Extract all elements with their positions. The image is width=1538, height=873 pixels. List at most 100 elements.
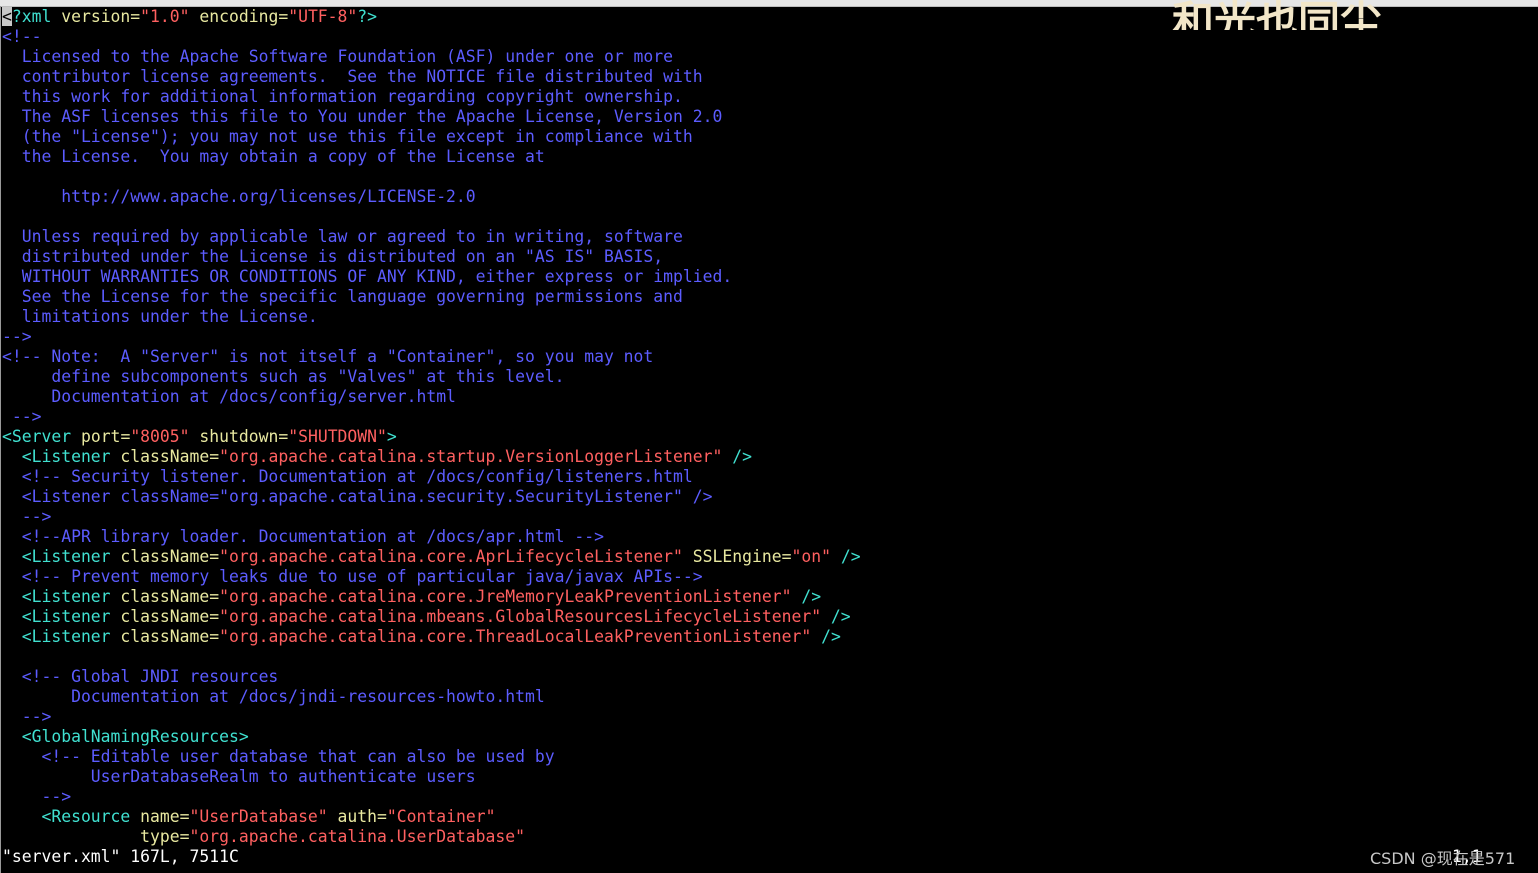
code-line: -->: [2, 787, 861, 807]
code-line: -->: [2, 507, 861, 527]
code-token: =: [278, 7, 289, 26]
code-token: className: [120, 607, 210, 626]
code-token: -->: [2, 787, 72, 806]
code-token: =: [130, 7, 141, 26]
code-token: -->: [2, 507, 52, 526]
code-token: Documentation at /docs/jndi-resources-ho…: [2, 687, 545, 706]
code-line: <Server port="8005" shutdown="SHUTDOWN">: [2, 427, 861, 447]
code-line: -->: [2, 707, 861, 727]
code-token: />: [791, 587, 822, 606]
code-token: <!-- Prevent memory leaks due to use of …: [2, 567, 703, 586]
vim-editor-buffer[interactable]: <?xml version="1.0" encoding="UTF-8"?> <!…: [2, 7, 861, 847]
code-token: encoding: [189, 7, 279, 26]
code-line: <!-- Note: A "Server" is not itself a "C…: [2, 347, 861, 367]
code-line: <Listener className="org.apache.catalina…: [2, 447, 861, 467]
code-token: <!-- Editable user database that can als…: [2, 747, 555, 766]
code-token: -->: [2, 407, 42, 426]
overlay-title-text: 和光也同尘: [1172, 0, 1383, 30]
csdn-watermark: CSDN @现在是571: [1370, 849, 1516, 868]
code-token: Documentation at /docs/config/server.htm…: [2, 387, 456, 406]
code-line: Unless required by applicable law or agr…: [2, 227, 861, 247]
code-line: http://www.apache.org/licenses/LICENSE-2…: [2, 187, 861, 207]
code-token: "org.apache.catalina.core.ThreadLocalLea…: [219, 627, 812, 646]
code-line: the License. You may obtain a copy of th…: [2, 147, 861, 167]
code-token: WITHOUT WARRANTIES OR CONDITIONS OF ANY …: [2, 267, 733, 286]
code-line: The ASF licenses this file to You under …: [2, 107, 861, 127]
code-token: Unless required by applicable law or agr…: [2, 227, 683, 246]
code-token: "UTF-8": [288, 7, 358, 26]
code-token: "1.0": [140, 7, 190, 26]
code-line: <!-- Editable user database that can als…: [2, 747, 861, 767]
code-token: <Listener: [2, 587, 121, 606]
code-token: <Listener: [2, 547, 121, 566]
code-token: <Listener: [2, 627, 121, 646]
code-line: -->: [2, 407, 861, 427]
code-token: <Resource: [2, 807, 141, 826]
code-token: />: [821, 607, 851, 626]
code-token: (the "License"); you may not use this fi…: [2, 127, 693, 146]
code-line: <Listener className="org.apache.catalina…: [2, 627, 861, 647]
code-token: this work for additional information reg…: [2, 87, 683, 106]
code-token: port: [80, 427, 121, 446]
code-token: -->: [2, 707, 52, 726]
code-token: Licensed to the Apache Software Foundati…: [2, 47, 674, 66]
code-token: "org.apache.catalina.core.JreMemoryLeakP…: [219, 587, 792, 606]
code-token: className: [120, 587, 210, 606]
code-line: limitations under the License.: [2, 307, 861, 327]
code-token: <Listener className="org.apache.catalina…: [2, 487, 713, 506]
code-line: <!-- Security listener. Documentation at…: [2, 467, 861, 487]
code-token: <!-- Global JNDI resources: [2, 667, 279, 686]
code-line: <!-- Prevent memory leaks due to use of …: [2, 567, 861, 587]
code-token: <!--: [2, 27, 42, 46]
code-line: <Listener className="org.apache.catalina…: [2, 587, 861, 607]
code-line: distributed under the License is distrib…: [2, 247, 861, 267]
code-line: contributor license agreements. See the …: [2, 67, 861, 87]
code-token: ?xml: [11, 7, 62, 26]
code-token: <!--APR library loader. Documentation at…: [2, 527, 604, 546]
code-token: "SHUTDOWN": [288, 427, 387, 446]
code-line: -->: [2, 327, 861, 347]
code-token: =: [209, 627, 220, 646]
code-token: =: [209, 447, 220, 466]
code-token: name: [140, 807, 180, 826]
code-token: <GlobalNamingResources>: [2, 727, 249, 746]
code-token: className: [120, 627, 210, 646]
code-line: this work for additional information reg…: [2, 87, 861, 107]
code-token: type: [2, 827, 180, 846]
code-token: className: [120, 547, 210, 566]
code-token: />: [811, 627, 841, 646]
code-token: "org.apache.catalina.core.AprLifecycleLi…: [219, 547, 683, 566]
code-token: <!-- Security listener. Documentation at…: [2, 467, 693, 486]
code-token: <Listener: [2, 447, 121, 466]
code-token: http://www.apache.org/licenses/LICENSE-2…: [2, 187, 476, 206]
code-token: version: [61, 7, 131, 26]
code-token: =: [120, 427, 131, 446]
code-token: =: [209, 547, 220, 566]
code-token: =: [781, 547, 792, 566]
code-token: className: [120, 447, 210, 466]
code-token: the License. You may obtain a copy of th…: [2, 147, 545, 166]
code-token: =: [278, 427, 289, 446]
code-line: See the License for the specific languag…: [2, 287, 861, 307]
code-line: Licensed to the Apache Software Foundati…: [2, 47, 861, 67]
code-line: <Listener className="org.apache.catalina…: [2, 487, 861, 507]
code-token: =: [377, 807, 387, 826]
code-line: define subcomponents such as "Valves" at…: [2, 367, 861, 387]
code-token: -->: [2, 327, 32, 346]
code-token: />: [722, 447, 752, 466]
code-line: <?xml version="1.0" encoding="UTF-8"?>: [2, 7, 861, 27]
code-token: =: [209, 587, 220, 606]
code-line: <GlobalNamingResources>: [2, 727, 861, 747]
code-line: <!--: [2, 27, 861, 47]
code-line: UserDatabaseRealm to authenticate users: [2, 767, 861, 787]
code-token: auth: [327, 807, 378, 826]
left-border: [0, 6, 1, 873]
code-line: Documentation at /docs/config/server.htm…: [2, 387, 861, 407]
code-line: <Listener className="org.apache.catalina…: [2, 607, 861, 627]
code-token: =: [179, 807, 190, 826]
code-line: <Resource name="UserDatabase" auth="Cont…: [2, 807, 861, 827]
code-token: UserDatabaseRealm to authenticate users: [2, 767, 476, 786]
